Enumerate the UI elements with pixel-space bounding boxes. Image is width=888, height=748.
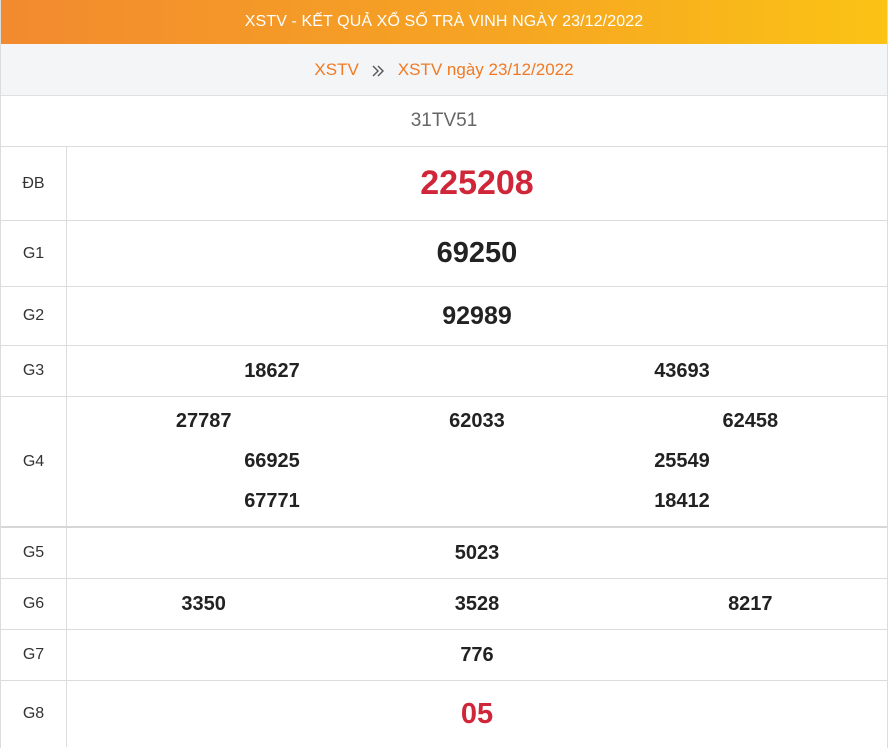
prize-label-g3: G3 (1, 346, 67, 396)
prize-number: 18627 (244, 359, 300, 382)
results-title-bar: XSTV - KẾT QUẢ XỔ SỐ TRÀ VINH NGÀY 23/12… (1, 0, 887, 44)
prize-numbers-g5: 5023 (67, 528, 887, 578)
prize-numbers-g4: 27787 62033 62458 66925 25549 67771 1841… (67, 397, 887, 526)
prize-number: 62458 (722, 410, 779, 432)
prize-label-db: ĐB (1, 147, 67, 220)
prize-number: 43693 (654, 359, 710, 382)
results-title: XSTV - KẾT QUẢ XỔ SỐ TRÀ VINH NGÀY 23/12… (244, 13, 644, 30)
prize-numbers-db: 225208 (67, 147, 887, 220)
prize-number: 67771 (244, 490, 300, 512)
prize-row-g5: G5 5023 (1, 528, 887, 579)
prize-number: 92989 (442, 301, 512, 330)
prize-label-g4: G4 (1, 397, 67, 526)
ticket-code: 31TV51 (410, 110, 478, 131)
prize-numbers-line: 27787 62033 62458 (67, 402, 887, 442)
prize-row-g6: G6 3350 3528 8217 (1, 579, 887, 630)
prize-number: 27787 (175, 410, 232, 432)
prize-numbers-g8: 05 (67, 681, 887, 747)
prize-number: 5023 (454, 541, 500, 564)
prize-label-g1: G1 (1, 221, 67, 286)
prize-numbers-g3: 18627 43693 (67, 346, 887, 396)
prize-number: 25549 (654, 450, 710, 472)
prize-number: 05 (460, 697, 494, 730)
prize-number: 3528 (454, 592, 500, 615)
prize-row-g1: G1 69250 (1, 221, 887, 287)
prize-row-db: ĐB 225208 (1, 147, 887, 221)
prize-numbers-g2: 92989 (67, 287, 887, 345)
prize-number: 225208 (420, 164, 534, 202)
prize-label-g8: G8 (1, 681, 67, 747)
prize-numbers-g1: 69250 (67, 221, 887, 286)
double-chevron-right-icon (371, 64, 385, 78)
results-card: XSTV - KẾT QUẢ XỔ SỐ TRÀ VINH NGÀY 23/12… (0, 0, 888, 748)
prize-label-g6: G6 (1, 579, 67, 629)
prize-number: 18412 (654, 490, 710, 512)
prize-label-g5: G5 (1, 528, 67, 578)
prize-number: 776 (460, 643, 494, 666)
breadcrumb: XSTV XSTV ngày 23/12/2022 (1, 44, 887, 96)
breadcrumb-current-link[interactable]: XSTV ngày 23/12/2022 (398, 60, 574, 80)
prize-row-g4: G4 27787 62033 62458 66925 25549 67771 1… (1, 397, 887, 528)
prize-number: 62033 (449, 410, 505, 432)
prize-label-g2: G2 (1, 287, 67, 345)
breadcrumb-home-link[interactable]: XSTV (314, 60, 358, 80)
ticket-code-row: 31TV51 (1, 96, 887, 147)
prize-numbers-g6: 3350 3528 8217 (67, 579, 887, 629)
prize-number: 69250 (436, 237, 518, 269)
prize-number: 3350 (181, 592, 226, 615)
prize-row-g3: G3 18627 43693 (1, 346, 887, 397)
prize-number: 8217 (728, 592, 773, 615)
prize-numbers-line: 67771 18412 (67, 482, 887, 522)
prize-row-g2: G2 92989 (1, 287, 887, 346)
prize-row-g8: G8 05 (1, 681, 887, 747)
prize-row-g7: G7 776 (1, 630, 887, 681)
prize-numbers-g7: 776 (67, 630, 887, 680)
prize-numbers-line: 66925 25549 (67, 442, 887, 482)
prize-label-g7: G7 (1, 630, 67, 680)
prize-number: 66925 (244, 450, 300, 472)
